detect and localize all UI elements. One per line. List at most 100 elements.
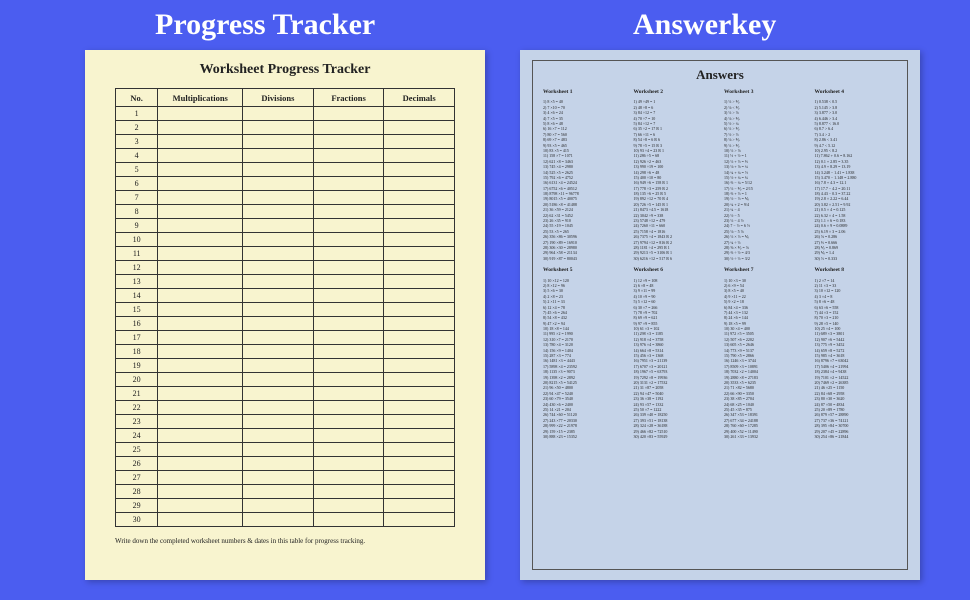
answers-frame: Answers Worksheet 11) 8 ×5 = 402) 7 ×10 … — [532, 60, 908, 570]
empty-cell — [384, 415, 455, 429]
worksheet-block-3: Worksheet 31) ⅓ > ⅕2) ⅛ < ⅕3) ⅓ > ⅛4) ⅛ … — [724, 89, 807, 261]
worksheet-heading: Worksheet 3 — [724, 89, 807, 96]
row-number: 22 — [116, 401, 158, 415]
empty-cell — [243, 331, 314, 345]
empty-cell — [158, 457, 243, 471]
tracker-page: Worksheet Progress Tracker No.Multiplica… — [85, 50, 485, 580]
empty-cell — [158, 485, 243, 499]
row-number: 19 — [116, 359, 158, 373]
empty-cell — [243, 149, 314, 163]
empty-cell — [313, 149, 384, 163]
empty-cell — [313, 121, 384, 135]
empty-cell — [158, 289, 243, 303]
row-number: 29 — [116, 499, 158, 513]
row-number: 20 — [116, 373, 158, 387]
empty-cell — [158, 121, 243, 135]
empty-cell — [384, 485, 455, 499]
row-number: 12 — [116, 261, 158, 275]
worksheet-block-1: Worksheet 11) 8 ×5 = 402) 7 ×10 = 703) 4… — [543, 89, 626, 261]
empty-cell — [158, 149, 243, 163]
empty-cell — [158, 513, 243, 527]
empty-cell — [158, 443, 243, 457]
table-row: 6 — [116, 177, 455, 191]
empty-cell — [384, 149, 455, 163]
table-row: 22 — [116, 401, 455, 415]
table-row: 26 — [116, 457, 455, 471]
empty-cell — [313, 275, 384, 289]
row-number: 27 — [116, 471, 158, 485]
empty-cell — [313, 387, 384, 401]
answer-line: 30) 6216 ÷12 = 517 R 6 — [634, 256, 717, 261]
answer-line: 30) 254 ×86 = 21844 — [815, 434, 898, 439]
empty-cell — [243, 359, 314, 373]
empty-cell — [313, 485, 384, 499]
row-number: 14 — [116, 289, 158, 303]
empty-cell — [243, 317, 314, 331]
empty-cell — [384, 177, 455, 191]
empty-cell — [243, 443, 314, 457]
row-number: 8 — [116, 205, 158, 219]
table-row: 14 — [116, 289, 455, 303]
row-number: 9 — [116, 219, 158, 233]
empty-cell — [313, 177, 384, 191]
empty-cell — [243, 205, 314, 219]
empty-cell — [313, 415, 384, 429]
tracker-table: No.MultiplicationsDivisionsFractionsDeci… — [115, 88, 455, 527]
empty-cell — [384, 373, 455, 387]
row-number: 24 — [116, 429, 158, 443]
worksheet-heading: Worksheet 4 — [815, 89, 898, 96]
table-row: 12 — [116, 261, 455, 275]
empty-cell — [313, 233, 384, 247]
table-row: 4 — [116, 149, 455, 163]
answer-line: 30) ½ ÷ ⅓ = 3/2 — [724, 256, 807, 261]
answer-line: 30) 888 ×23 = 15352 — [543, 434, 626, 439]
empty-cell — [158, 233, 243, 247]
table-row: 30 — [116, 513, 455, 527]
tracker-col-1: Multiplications — [158, 89, 243, 107]
empty-cell — [384, 457, 455, 471]
heading-progress: Progress Tracker — [155, 8, 375, 42]
empty-cell — [158, 429, 243, 443]
empty-cell — [243, 471, 314, 485]
empty-cell — [384, 247, 455, 261]
empty-cell — [158, 191, 243, 205]
worksheet-heading: Worksheet 1 — [543, 89, 626, 96]
tracker-col-2: Divisions — [243, 89, 314, 107]
empty-cell — [313, 429, 384, 443]
empty-cell — [313, 345, 384, 359]
answer-line: 30) ⅓ = 0.333 — [815, 256, 898, 261]
empty-cell — [158, 275, 243, 289]
empty-cell — [384, 387, 455, 401]
row-number: 23 — [116, 415, 158, 429]
row-number: 13 — [116, 275, 158, 289]
empty-cell — [384, 233, 455, 247]
empty-cell — [243, 513, 314, 527]
row-number: 17 — [116, 331, 158, 345]
tracker-title: Worksheet Progress Tracker — [115, 62, 455, 78]
empty-cell — [243, 191, 314, 205]
answers-grid: Worksheet 11) 8 ×5 = 402) 7 ×10 = 703) 4… — [543, 89, 897, 439]
empty-cell — [384, 163, 455, 177]
empty-cell — [313, 317, 384, 331]
empty-cell — [243, 275, 314, 289]
empty-cell — [384, 359, 455, 373]
table-row: 28 — [116, 485, 455, 499]
empty-cell — [384, 499, 455, 513]
table-row: 23 — [116, 415, 455, 429]
empty-cell — [243, 121, 314, 135]
answers-title: Answers — [543, 67, 897, 83]
table-row: 25 — [116, 443, 455, 457]
empty-cell — [384, 317, 455, 331]
empty-cell — [384, 443, 455, 457]
empty-cell — [313, 163, 384, 177]
row-number: 1 — [116, 107, 158, 121]
row-number: 28 — [116, 485, 158, 499]
table-row: 10 — [116, 233, 455, 247]
table-row: 9 — [116, 219, 455, 233]
empty-cell — [158, 471, 243, 485]
empty-cell — [384, 471, 455, 485]
empty-cell — [158, 331, 243, 345]
table-row: 27 — [116, 471, 455, 485]
empty-cell — [243, 499, 314, 513]
table-row: 2 — [116, 121, 455, 135]
